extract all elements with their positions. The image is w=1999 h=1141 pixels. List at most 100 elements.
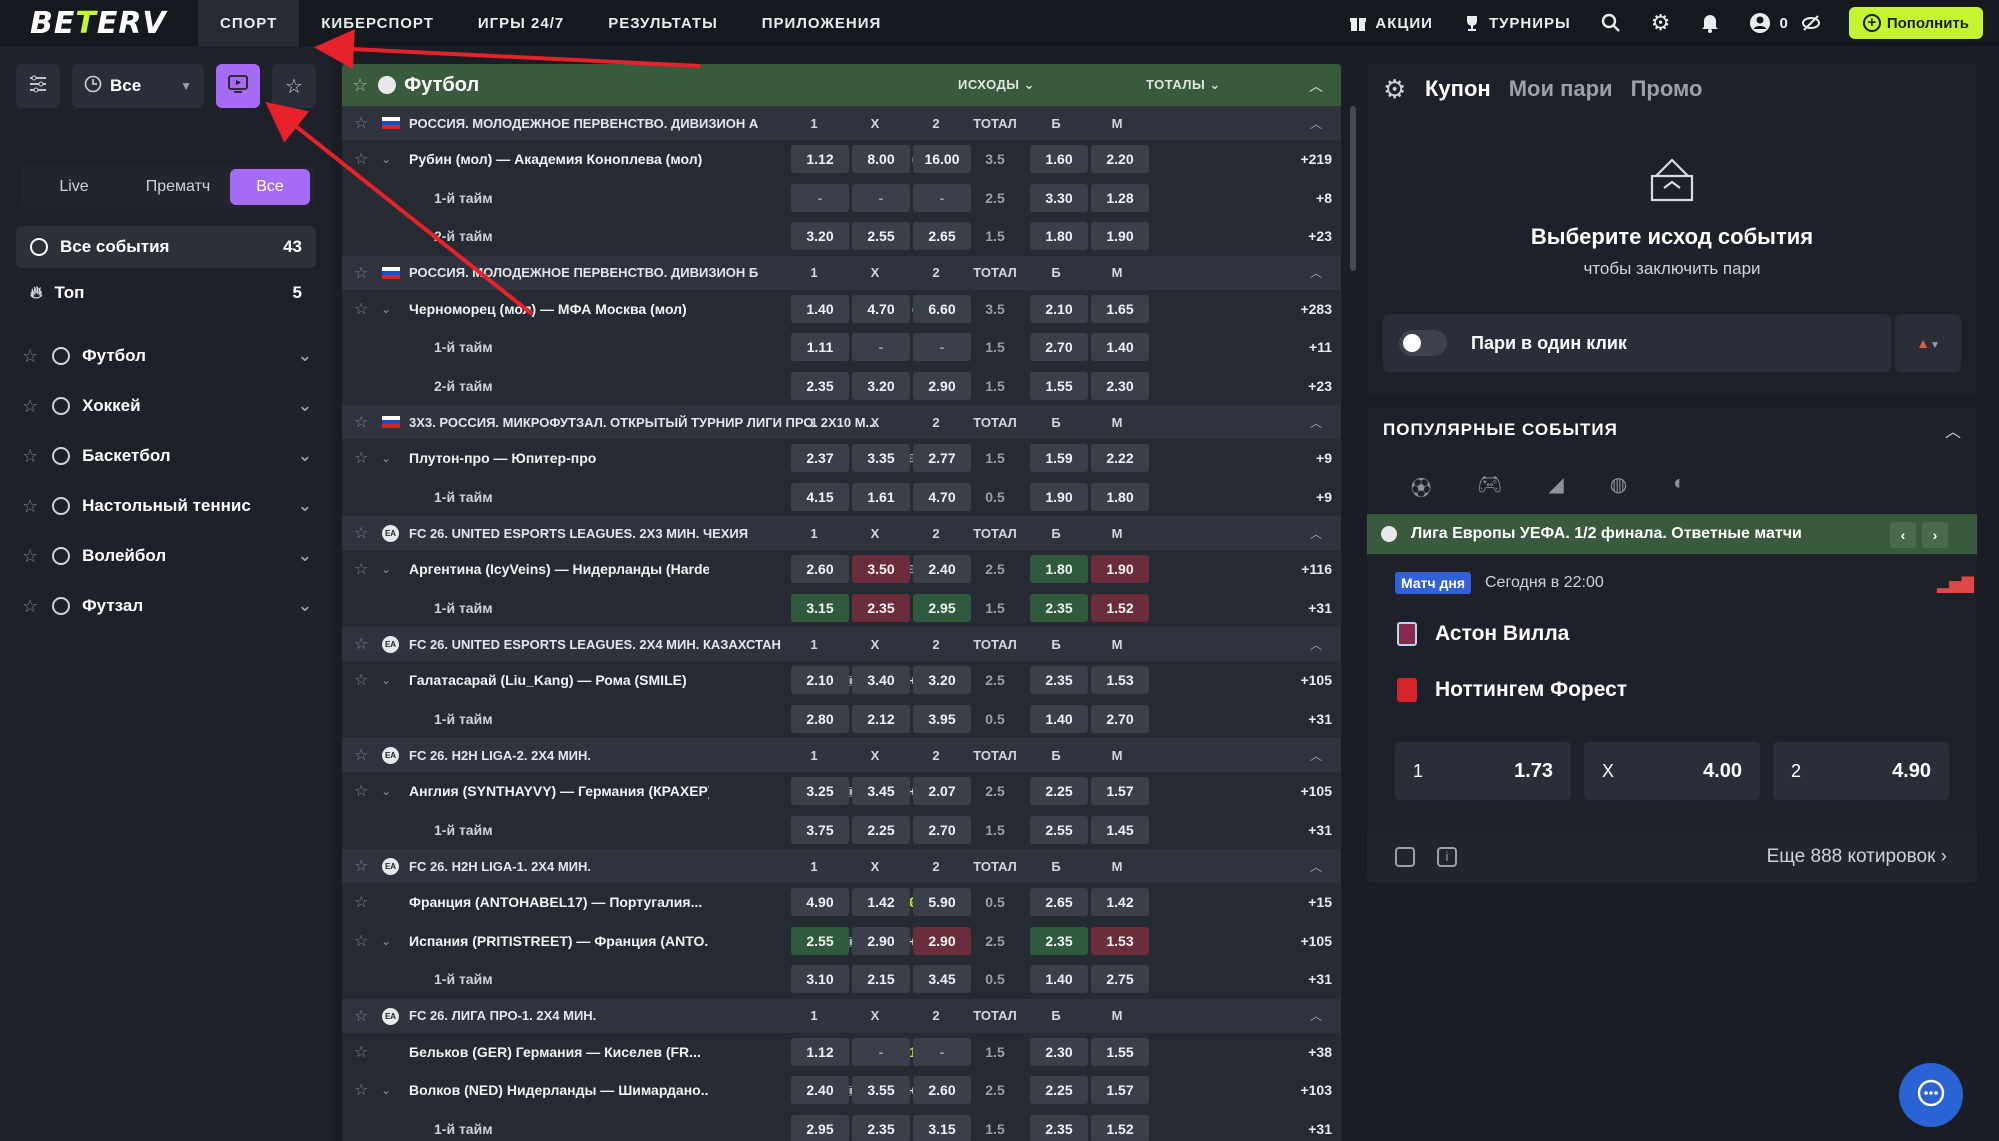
odd-button[interactable]: 2.90 — [913, 371, 971, 400]
odd-button[interactable]: 2.40 — [913, 555, 971, 583]
star-icon[interactable]: ☆ — [354, 670, 368, 690]
odd-button[interactable]: 2.95 — [791, 1114, 849, 1141]
under-odd-button[interactable]: 1.90 — [1091, 555, 1149, 583]
sidebar-sport-0[interactable]: ☆ Футбол ⌄ — [22, 336, 312, 376]
odd-button[interactable]: 4.70 — [852, 294, 910, 323]
star-icon[interactable]: ☆ — [354, 745, 368, 765]
popular-odd-x[interactable]: X 4.00 — [1584, 742, 1760, 800]
match-row[interactable]: ☆ ⌄ Рубин (мол) — Академия Коноплева (мол)… — [342, 140, 1341, 179]
chevron-up-icon[interactable]: ︿ — [1310, 636, 1322, 653]
odd-button[interactable]: 3.55 — [852, 1076, 910, 1104]
odd-button[interactable]: 3.75 — [791, 815, 849, 844]
odd-button[interactable]: 3.35 — [852, 444, 910, 472]
over-odd-button[interactable]: 1.60 — [1030, 145, 1088, 173]
period-row[interactable]: 1-й тайм0:02.952.353.151.52.351.52+31 — [342, 1110, 1341, 1141]
match-row[interactable]: ☆Франция (ANTOHABEL17) — Португалия...▣ … — [342, 883, 1341, 922]
period-row[interactable]: 2-й тайм0:03.202.552.651.51.801.90+23 — [342, 217, 1341, 256]
odd-button[interactable]: 2.55 — [791, 926, 849, 955]
over-odd-button[interactable]: 2.30 — [1030, 1037, 1088, 1066]
popular-odd-2[interactable]: 2 4.90 — [1773, 742, 1949, 800]
match-row[interactable]: ☆ ⌄ Волков (NED) Нидерланды — Шимардано...… — [342, 1071, 1341, 1110]
under-odd-button[interactable]: 1.52 — [1091, 1114, 1149, 1141]
odd-button[interactable]: 3.45 — [913, 965, 971, 993]
chevron-up-icon[interactable]: ︿ — [1310, 747, 1322, 764]
video-filter-button[interactable] — [216, 64, 260, 108]
chevron-down-icon[interactable]: ⌄ — [381, 302, 391, 316]
star-icon[interactable]: ☆ — [354, 1080, 368, 1100]
star-icon[interactable]: ☆ — [22, 596, 38, 617]
odd-button[interactable]: 3.95 — [913, 704, 971, 733]
odd-button[interactable]: 2.37 — [791, 444, 849, 472]
over-odd-button[interactable]: 2.35 — [1030, 593, 1088, 622]
nav-sport[interactable]: СПОРТ — [198, 0, 300, 46]
star-icon[interactable]: ☆ — [354, 149, 368, 169]
odd-button[interactable]: 5.90 — [913, 888, 971, 916]
chevron-up-icon[interactable]: ︿ — [1310, 858, 1322, 875]
chevron-down-icon[interactable]: ⌄ — [381, 152, 391, 166]
over-odd-button[interactable]: 2.35 — [1030, 1114, 1088, 1141]
gamepad-icon[interactable]: 🎮︎ — [1477, 472, 1502, 501]
match-name[interactable]: Англия (SYNTHAYVY) — Германия (КРАХЕР) — [409, 783, 709, 799]
more-markets[interactable]: +23 — [1282, 378, 1332, 394]
more-markets[interactable]: +38 — [1282, 1044, 1332, 1060]
more-markets[interactable]: +105 — [1282, 933, 1332, 949]
star-icon[interactable]: ☆ — [354, 892, 368, 912]
chevron-down-icon[interactable]: ⌄ — [381, 451, 391, 465]
over-odd-button[interactable]: 2.25 — [1030, 777, 1088, 805]
chevron-down-icon[interactable]: ⌄ — [381, 1083, 391, 1097]
under-odd-button[interactable]: 2.70 — [1091, 704, 1149, 733]
scrollbar[interactable] — [1350, 106, 1356, 271]
star-icon[interactable]: ☆ — [22, 396, 38, 417]
odd-button[interactable]: - — [852, 183, 910, 212]
time-filter-select[interactable]: Все ▼ — [72, 64, 204, 108]
segment-live[interactable]: Live — [22, 169, 126, 205]
more-odds-link[interactable]: Еще 888 котировок › — [1767, 846, 1947, 868]
over-odd-button[interactable]: 1.40 — [1030, 704, 1088, 733]
under-odd-button[interactable]: 1.45 — [1091, 815, 1149, 844]
star-icon[interactable]: ☆ — [354, 931, 368, 951]
nav-apps[interactable]: ПРИЛОЖЕНИЯ — [740, 0, 904, 46]
chevron-down-icon[interactable]: ⌄ — [298, 596, 312, 616]
odd-button[interactable]: 2.35 — [852, 1114, 910, 1141]
search-button[interactable] — [1601, 13, 1621, 33]
chevron-up-icon[interactable]: ︿ — [1310, 525, 1322, 542]
under-odd-button[interactable]: 1.57 — [1091, 777, 1149, 805]
odd-button[interactable]: 2.60 — [913, 1076, 971, 1104]
period-row[interactable]: 1-й тайм0:04.151.614.700.51.901.80+9 — [342, 478, 1341, 517]
odd-button[interactable]: - — [852, 333, 910, 361]
more-markets[interactable]: +31 — [1282, 822, 1332, 838]
more-markets[interactable]: +116 — [1282, 561, 1332, 577]
deposit-button[interactable]: + Пополнить — [1848, 7, 1983, 39]
star-icon[interactable]: ☆ — [354, 299, 368, 319]
odd-button[interactable]: 1.11 — [791, 333, 849, 361]
under-odd-button[interactable]: 1.80 — [1091, 482, 1149, 511]
odd-button[interactable]: 3.20 — [791, 222, 849, 250]
under-odd-button[interactable]: 1.42 — [1091, 888, 1149, 916]
over-odd-button[interactable]: 2.35 — [1030, 666, 1088, 694]
star-icon[interactable]: ☆ — [22, 546, 38, 567]
prev-button[interactable]: ‹ — [1890, 522, 1916, 548]
period-row[interactable]: 1-й тайм0:03.102.153.450.51.402.75+31 — [342, 960, 1341, 999]
chevron-down-icon[interactable]: ⌄ — [298, 396, 312, 416]
info-icon[interactable]: i — [1437, 847, 1457, 867]
under-odd-button[interactable]: 1.28 — [1091, 183, 1149, 212]
odd-button[interactable]: 2.60 — [791, 555, 849, 583]
over-odd-button[interactable]: 1.55 — [1030, 371, 1088, 400]
odd-button[interactable]: 4.15 — [791, 482, 849, 511]
odd-button[interactable]: 2.95 — [913, 593, 971, 622]
over-odd-button[interactable]: 1.90 — [1030, 482, 1088, 511]
match-row[interactable]: ☆⌄Черноморец (мол) — МФА Москва (мол)▣ ⊞… — [342, 290, 1341, 329]
star-icon[interactable]: ☆ — [354, 856, 368, 876]
more-markets[interactable]: +283 — [1282, 301, 1332, 317]
odd-button[interactable]: 4.70 — [913, 482, 971, 511]
more-markets[interactable]: +9 — [1282, 489, 1332, 505]
sidebar-sport-4[interactable]: ☆ Волейбол ⌄ — [22, 536, 312, 576]
odd-button[interactable]: 1.12 — [791, 145, 849, 173]
match-name[interactable]: Бельков (GER) Германия — Киселев (FR... — [409, 1044, 701, 1060]
match-name[interactable]: Аргентина (IcyVeins) — Нидерланды (Harde… — [409, 561, 709, 577]
more-markets[interactable]: +9 — [1282, 450, 1332, 466]
chevron-up-icon[interactable]: ︿ — [1310, 115, 1322, 132]
hockey-icon[interactable]: ◢ — [1548, 472, 1563, 501]
star-icon[interactable]: ☆ — [22, 346, 38, 367]
under-odd-button[interactable]: 2.75 — [1091, 965, 1149, 993]
